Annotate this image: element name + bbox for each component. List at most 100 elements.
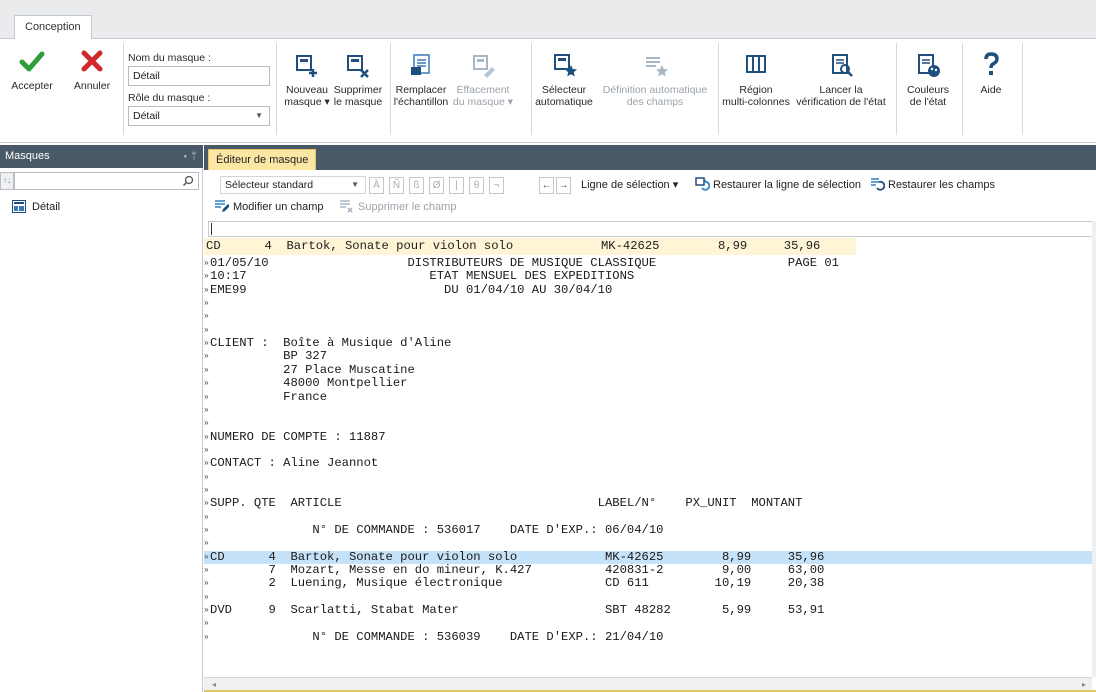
report-line[interactable]: »EME99 DU 01/04/10 AU 30/04/10 xyxy=(204,283,1092,297)
masks-panel-title: Masques xyxy=(5,150,50,162)
report-text-view[interactable]: » 01/05/10 DISTRIBUTEURS DE MUSIQUE CLASS… xyxy=(204,257,1092,677)
line-marker: » xyxy=(204,312,209,322)
help-button[interactable]: Aide xyxy=(965,51,1017,96)
glyph-o-slash-button[interactable]: Ø xyxy=(429,177,444,194)
selector-type-select[interactable]: Sélecteur standard ▼ xyxy=(220,176,366,194)
report-line[interactable]: »DVD 9 Scarlatti, Stabat Mater SBT 48282… xyxy=(204,604,1092,617)
tab-mask-editor[interactable]: Éditeur de masque xyxy=(208,149,317,170)
pin-icon[interactable]: ▾ ᛘ xyxy=(182,145,197,168)
selection-line-menu[interactable]: Ligne de sélection ▾ xyxy=(581,175,678,195)
report-line[interactable]: » N° DE COMMANDE : 536039 DATE D'EXP.: 2… xyxy=(204,630,1092,644)
report-line[interactable]: » xyxy=(204,324,1092,337)
report-line-text: N° DE COMMANDE : 536017 DATE D'EXP.: 06/… xyxy=(210,523,664,537)
glyph-eszett-button[interactable]: ß xyxy=(409,177,424,194)
nav-right-button[interactable]: → xyxy=(556,177,571,194)
mask-search-input[interactable] xyxy=(14,172,199,190)
check-state-button[interactable]: Lancer la vérification de l'état xyxy=(792,51,890,108)
report-line-text: CLIENT : Boîte à Musique d'Aline xyxy=(210,336,452,351)
report-line[interactable]: » xyxy=(204,484,1092,497)
text-cursor xyxy=(211,223,212,235)
report-line-text: NUMERO DE COMPTE : 11887 xyxy=(210,429,386,444)
delete-mask-button[interactable]: Supprimer le masque xyxy=(331,51,385,108)
delete-field-button[interactable]: Supprimer le champ xyxy=(339,197,456,217)
line-marker: » xyxy=(204,299,209,309)
multi-column-region-button[interactable]: Région multi-colonnes xyxy=(720,51,792,108)
report-line[interactable]: »10:17 ETAT MENSUEL DES EXPEDITIONS xyxy=(204,270,1092,283)
clear-mask-label-2: du masque ▾ xyxy=(452,96,514,108)
document-tab-strip: Éditeur de masque xyxy=(204,145,1096,170)
clear-mask-button[interactable]: Effacement du masque ▾ xyxy=(452,51,514,108)
replace-sample-button[interactable]: Remplacer l'échantillon xyxy=(392,51,450,108)
report-line[interactable]: » xyxy=(204,417,1092,430)
modify-field-button[interactable]: Modifier un champ xyxy=(214,197,324,217)
report-line[interactable]: »SUPP. QTE ARTICLE LABEL/N° PX_UNIT MONT… xyxy=(204,497,1092,510)
report-line[interactable]: » 48000 Montpellier xyxy=(204,377,1092,390)
line-marker: » xyxy=(204,485,209,495)
report-line[interactable]: » xyxy=(204,310,1092,323)
delete-field-icon xyxy=(340,200,353,213)
report-line[interactable]: » xyxy=(204,404,1092,417)
masks-panel-header: Masques ▾ ᛘ xyxy=(0,145,203,168)
list-item-detail[interactable]: Détail xyxy=(12,199,60,215)
glyph-a-macron-button[interactable]: Ā xyxy=(369,177,384,194)
glyph-n-tilde-button[interactable]: Ñ xyxy=(389,177,404,194)
tab-conception[interactable]: Conception xyxy=(14,15,92,40)
report-line[interactable]: » xyxy=(204,617,1092,630)
vertical-scrollbar[interactable] xyxy=(1092,221,1096,677)
sample-edit-line[interactable] xyxy=(208,221,1096,237)
line-marker: » xyxy=(204,539,209,549)
report-line-text: SUPP. QTE ARTICLE LABEL/N° PX_UNIT MONTA… xyxy=(210,496,803,511)
cancel-button[interactable]: Annuler xyxy=(66,47,118,92)
restore-fields-button[interactable]: Restaurer les champs xyxy=(870,175,995,195)
nav-left-button[interactable]: ← xyxy=(539,177,554,194)
list-item-label: Détail xyxy=(32,201,61,213)
report-line-text: 10:17 ETAT MENSUEL DES EXPEDITIONS xyxy=(210,269,635,284)
report-line[interactable]: » xyxy=(204,537,1092,550)
report-line[interactable]: » xyxy=(204,471,1092,484)
report-line[interactable]: »CLIENT : Boîte à Musique d'Aline xyxy=(204,337,1092,350)
report-line[interactable]: » 27 Place Muscatine xyxy=(204,363,1092,377)
report-line[interactable]: » 2 Luening, Musique électronique CD 611… xyxy=(204,577,1092,590)
report-line[interactable]: » xyxy=(204,511,1092,524)
report-line[interactable]: » N° DE COMMANDE : 536017 DATE D'EXP.: 0… xyxy=(204,524,1092,537)
region-label-2: multi-colonnes xyxy=(722,96,790,108)
glyph-theta-button[interactable]: θ xyxy=(469,177,484,194)
state-colors-label-1: Couleurs xyxy=(906,84,950,96)
auto-selector-button[interactable]: Sélecteur automatique xyxy=(533,51,595,108)
new-mask-icon xyxy=(296,55,317,77)
state-colors-label-2: de l'état xyxy=(909,96,947,108)
report-line[interactable]: » 7 Mozart, Messe en do mineur, K.427 42… xyxy=(204,564,1092,577)
mask-role-select[interactable]: Détail ▼ xyxy=(128,106,270,126)
line-marker: » xyxy=(204,405,209,415)
auto-fields-label-1: Définition automatique xyxy=(602,84,708,96)
ribbon-tab-bar: Conception xyxy=(0,0,1096,40)
report-line[interactable]: » xyxy=(204,591,1092,604)
sort-button[interactable]: ↑↓ xyxy=(0,172,14,190)
report-line[interactable]: » BP 327 xyxy=(204,350,1092,363)
restore-selection-button[interactable]: Restaurer la ligne de sélection xyxy=(695,175,861,195)
report-line-selected[interactable]: »CD 4 Bartok, Sonate pour violon solo MK… xyxy=(204,550,1092,564)
auto-fields-button[interactable]: Définition automatique des champs xyxy=(596,51,714,108)
report-line[interactable]: » xyxy=(204,297,1092,310)
line-marker: » xyxy=(204,592,209,602)
report-line-text: DVD 9 Scarlatti, Stabat Mater SBT 48282 … xyxy=(210,603,825,618)
glyph-not-button[interactable]: ¬ xyxy=(489,177,504,194)
state-colors-button[interactable]: Couleurs de l'état xyxy=(900,51,956,108)
new-mask-label-2: masque ▾ xyxy=(284,96,330,108)
palette-icon xyxy=(918,54,940,77)
report-line[interactable]: » xyxy=(204,444,1092,457)
close-icon xyxy=(81,50,103,72)
new-mask-button[interactable]: Nouveau masque ▾ xyxy=(279,51,335,108)
report-line[interactable]: »NUMERO DE COMPTE : 11887 xyxy=(204,429,1092,444)
clear-mask-label-1: Effacement xyxy=(456,84,510,96)
glyph-pipe-button[interactable]: | xyxy=(449,177,464,194)
report-line[interactable]: »CONTACT : Aline Jeannot xyxy=(204,457,1092,470)
selector-type-value: Sélecteur standard xyxy=(225,179,314,191)
restore-fields-icon xyxy=(871,178,886,191)
report-line[interactable]: » France xyxy=(204,390,1092,404)
mask-name-field[interactable]: Détail xyxy=(128,66,270,86)
delete-mask-label-1: Supprimer xyxy=(333,84,383,96)
accept-button[interactable]: Accepter xyxy=(4,47,60,92)
report-line[interactable]: »01/05/10 DISTRIBUTEURS DE MUSIQUE CLASS… xyxy=(204,257,1092,270)
restore-fields-label: Restaurer les champs xyxy=(888,179,995,191)
